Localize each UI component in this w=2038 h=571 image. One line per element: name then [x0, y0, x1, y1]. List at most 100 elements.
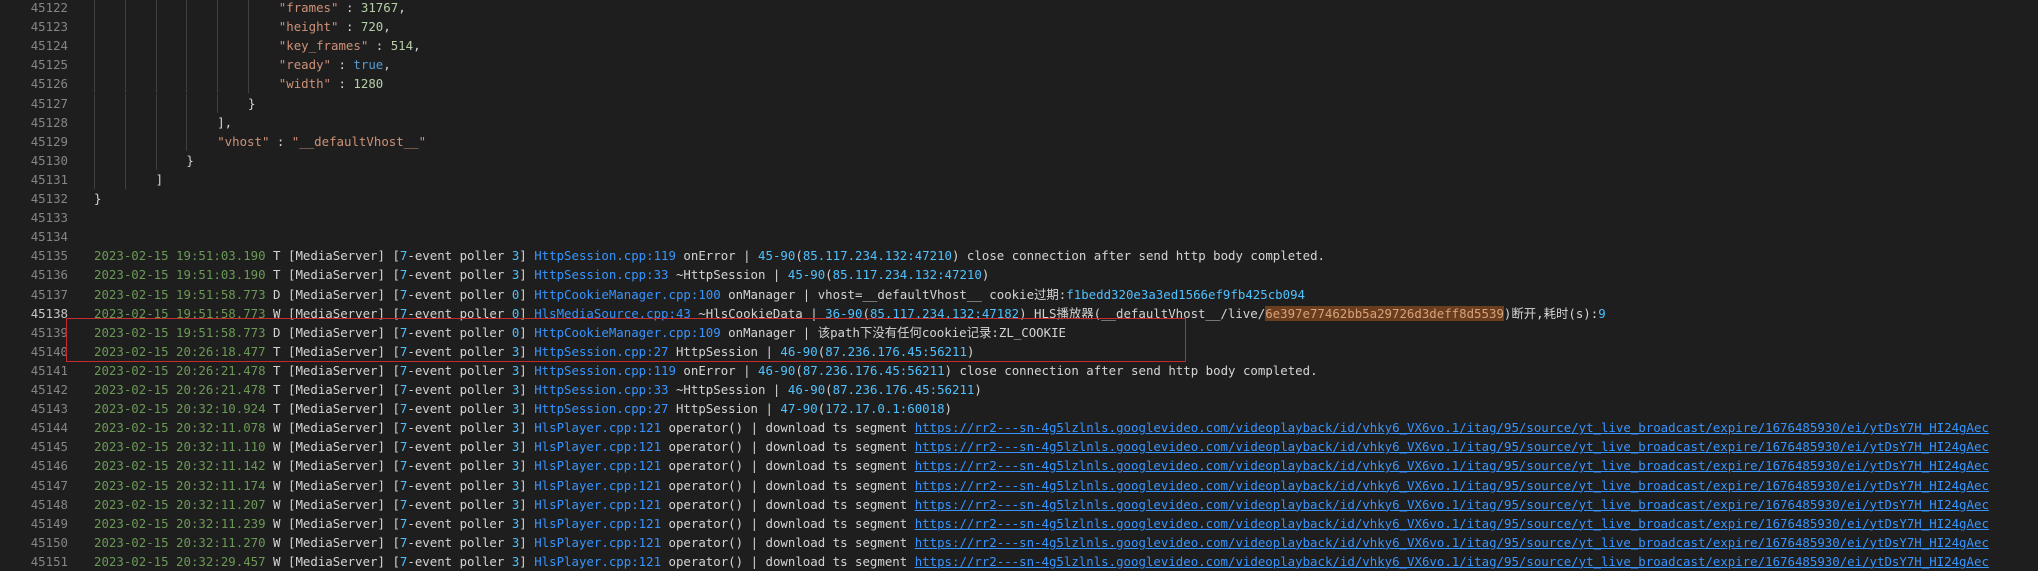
- editor-line[interactable]: 45137 2023-02-15 19:51:58.773 D [MediaSer…: [0, 285, 2038, 304]
- indent-guide: [124, 55, 126, 75]
- line-number: 45145: [30, 439, 68, 455]
- log-url-link[interactable]: https://rr2---sn-4g5lzlnls.googlevideo.c…: [915, 420, 1989, 435]
- editor-line[interactable]: 45139 2023-02-15 19:51:58.773 D [MediaSer…: [0, 323, 2038, 342]
- log-text: 2023-02-15 20:32:11.078 W [MediaServer] …: [94, 418, 1989, 437]
- editor-line[interactable]: 45145 2023-02-15 20:32:11.110 W [MediaSer…: [0, 437, 2038, 456]
- editor-line[interactable]: 45129 "vhost" : "__defaultVhost__": [0, 131, 2038, 151]
- log-poller-bracket: [: [392, 553, 400, 569]
- log-level: T: [273, 248, 281, 264]
- code-text: }: [94, 189, 101, 208]
- editor-line[interactable]: 45146 2023-02-15 20:32:11.142 W [MediaSer…: [0, 456, 2038, 475]
- json-key: "ready": [278, 57, 332, 73]
- code-text: ],: [217, 113, 232, 132]
- code-text: }: [186, 151, 193, 170]
- log-source-file: HlsPlayer.cpp:121: [534, 477, 662, 493]
- log-message: HttpSession |: [668, 343, 781, 359]
- json-key: "width": [278, 76, 332, 92]
- editor-line[interactable]: 45151 2023-02-15 20:32:29.457 W [MediaSer…: [0, 552, 2038, 571]
- json-value: 720: [360, 19, 384, 35]
- indent-guide: [186, 55, 188, 75]
- log-level: W: [273, 305, 281, 321]
- line-number: 45151: [30, 553, 68, 569]
- indent-guide: [155, 112, 157, 132]
- log-server-tag: [MediaServer]: [287, 286, 385, 302]
- json-value: ]: [155, 171, 164, 187]
- indent-guide: [248, 55, 249, 75]
- editor-line[interactable]: 45150 2023-02-15 20:32:11.270 W [MediaSer…: [0, 533, 2038, 552]
- log-session-id: 46-90: [787, 382, 826, 397]
- log-url-link[interactable]: https://rr2---sn-4g5lzlnls.googlevideo.c…: [915, 554, 1989, 569]
- editor-line[interactable]: 45138 2023-02-15 19:51:58.773 W [MediaSer…: [0, 304, 2038, 323]
- log-poller-bracket: [: [392, 534, 400, 550]
- log-message: HttpSession |: [668, 401, 781, 417]
- editor-line[interactable]: 45125 "ready" : true,: [0, 55, 2038, 75]
- indent-guide: [94, 55, 95, 75]
- indent-guide: [94, 131, 95, 151]
- log-poller-bracket: [: [392, 420, 400, 436]
- log-url-link[interactable]: https://rr2---sn-4g5lzlnls.googlevideo.c…: [915, 458, 1989, 473]
- log-text: 2023-02-15 20:32:11.270 W [MediaServer] …: [94, 533, 1989, 552]
- editor-line[interactable]: 45127}: [0, 93, 2038, 113]
- log-server-tag: [MediaServer]: [287, 267, 385, 283]
- json-value: 1280: [353, 76, 384, 92]
- indent-guide: [248, 0, 249, 17]
- log-server-tag: [MediaServer]: [287, 496, 385, 512]
- log-source-file: HttpSession.cpp:33: [534, 267, 669, 283]
- log-level: W: [273, 553, 281, 569]
- log-session-id: 46-90: [758, 362, 796, 378]
- editor-line[interactable]: 45143 2023-02-15 20:32:10.924 T [MediaSer…: [0, 399, 2038, 418]
- log-url-link[interactable]: https://rr2---sn-4g5lzlnls.googlevideo.c…: [915, 516, 1989, 531]
- editor-line[interactable]: 45134: [0, 227, 2038, 246]
- editor-line[interactable]: 45126 "width" : 1280: [0, 74, 2038, 94]
- log-message: operator() | download ts segment: [661, 553, 915, 569]
- log-url-link[interactable]: https://rr2---sn-4g5lzlnls.googlevideo.c…: [915, 439, 1989, 454]
- editor-line[interactable]: 45124 "key_frames" : 514,: [0, 36, 2038, 56]
- editor-line[interactable]: 45144 2023-02-15 20:32:11.078 W [MediaSer…: [0, 418, 2038, 437]
- editor-line[interactable]: 45128],: [0, 112, 2038, 132]
- log-poller-bracket: [: [392, 267, 400, 283]
- log-text: 2023-02-15 20:26:21.478 T [MediaServer] …: [94, 382, 982, 397]
- editor-line[interactable]: 45148 2023-02-15 20:32:11.207 W [MediaSer…: [0, 495, 2038, 514]
- line-number: 45122: [30, 0, 68, 15]
- log-poller-label: -event poller: [407, 401, 512, 417]
- editor-line[interactable]: 45147 2023-02-15 20:32:11.174 W [MediaSer…: [0, 476, 2038, 495]
- log-url-link[interactable]: https://rr2---sn-4g5lzlnls.googlevideo.c…: [915, 478, 1989, 493]
- editor-line[interactable]: 45130}: [0, 150, 2038, 170]
- editor-line[interactable]: 45140 2023-02-15 20:26:18.477 T [MediaSer…: [0, 342, 2038, 361]
- log-server-tag: [MediaServer]: [287, 553, 385, 569]
- editor-line[interactable]: 45123 "height" : 720,: [0, 17, 2038, 37]
- log-source-file: HlsPlayer.cpp:121: [534, 553, 662, 569]
- json-value: ],: [217, 114, 233, 130]
- indent-guide: [186, 112, 188, 132]
- line-number: 45135: [30, 248, 68, 264]
- code-text: "ready" : true,: [279, 55, 391, 74]
- log-timestamp: 2023-02-15 20:32:11.110: [94, 439, 266, 455]
- log-text: 2023-02-15 19:51:58.773 W [MediaServer] …: [94, 305, 1606, 321]
- editor-line[interactable]: 45136 2023-02-15 19:51:03.190 T [MediaSer…: [0, 265, 2038, 284]
- code-text: "key_frames" : 514,: [279, 36, 421, 55]
- editor-line[interactable]: 45149 2023-02-15 20:32:11.239 W [MediaSer…: [0, 514, 2038, 533]
- editor-line[interactable]: 45122 "frames" : 31767,: [0, 0, 2038, 17]
- editor-line[interactable]: 45132}: [0, 189, 2038, 208]
- editor-line[interactable]: 45133: [0, 208, 2038, 227]
- log-message: operator() | download ts segment: [661, 420, 915, 436]
- log-poller-label: -event poller: [407, 553, 512, 569]
- editor-line[interactable]: 45142 2023-02-15 20:26:21.478 T [MediaSer…: [0, 380, 2038, 399]
- log-session-id: 46-90: [780, 343, 818, 359]
- log-url-link[interactable]: https://rr2---sn-4g5lzlnls.googlevideo.c…: [915, 535, 1989, 550]
- log-message: operator() | download ts segment: [661, 534, 915, 550]
- editor-line[interactable]: 45141 2023-02-15 20:26:21.478 T [MediaSer…: [0, 361, 2038, 380]
- log-source-file: HttpSession.cpp:27: [534, 401, 669, 417]
- log-poller-label: -event poller: [407, 324, 512, 340]
- log-url-link[interactable]: https://rr2---sn-4g5lzlnls.googlevideo.c…: [915, 497, 1989, 512]
- log-timestamp: 2023-02-15 19:51:58.773: [94, 305, 266, 321]
- log-message: operator() | download ts segment: [661, 477, 915, 493]
- log-duration: 9: [1598, 305, 1606, 321]
- editor-line[interactable]: 45131]: [0, 169, 2038, 189]
- indent-guide: [124, 93, 126, 113]
- line-number: 45137: [30, 286, 68, 302]
- log-level: W: [273, 458, 281, 474]
- log-timestamp: 2023-02-15 20:32:11.142: [94, 458, 266, 474]
- code-editor[interactable]: 45122 "frames" : 31767, 45123 "height" : 72…: [0, 0, 2038, 569]
- editor-line[interactable]: 45135 2023-02-15 19:51:03.190 T [MediaSer…: [0, 246, 2038, 265]
